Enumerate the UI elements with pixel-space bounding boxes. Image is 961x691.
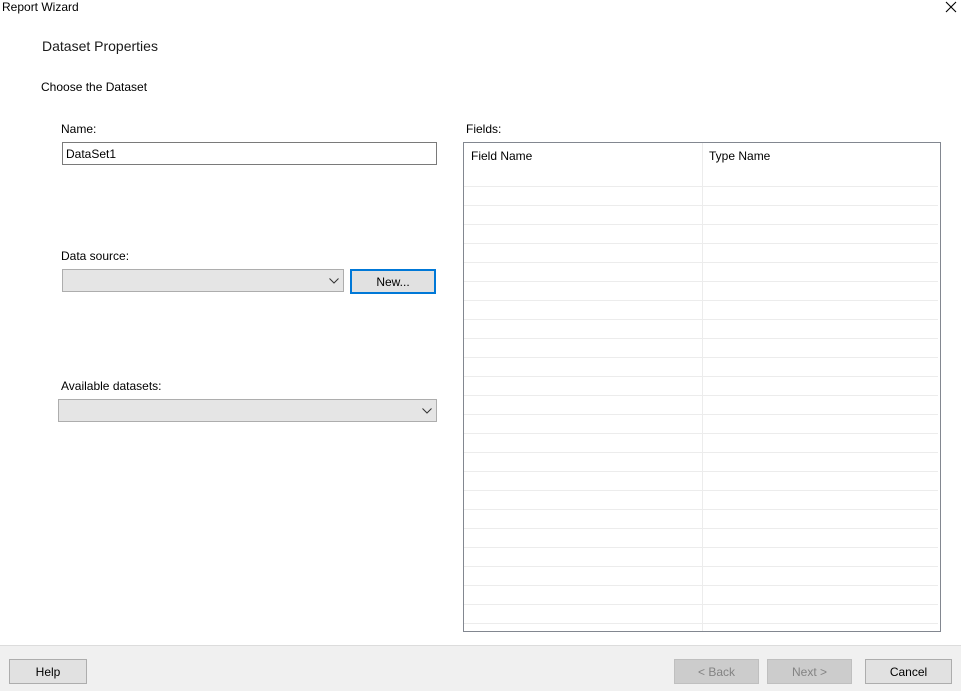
grid-row-line [464, 262, 938, 263]
grid-row-line [464, 357, 938, 358]
grid-row-line [464, 414, 938, 415]
fields-label: Fields: [466, 122, 502, 136]
page-subheading: Choose the Dataset [41, 80, 148, 94]
data-source-dropdown[interactable] [62, 269, 344, 292]
cancel-button[interactable]: Cancel [865, 659, 952, 684]
data-source-label: Data source: [61, 249, 130, 263]
grid-row-line [464, 528, 938, 529]
name-input[interactable] [62, 142, 437, 165]
grid-row-line [464, 452, 938, 453]
grid-row-line [464, 433, 938, 434]
grid-row-line [464, 395, 938, 396]
next-button[interactable]: Next > [767, 659, 852, 684]
grid-row-line [464, 281, 938, 282]
grid-row-line [464, 471, 938, 472]
new-data-source-button[interactable]: New... [350, 269, 436, 294]
column-separator [702, 143, 703, 631]
grid-row-line [464, 490, 938, 491]
grid-row-line [464, 623, 938, 624]
column-header-type-name[interactable]: Type Name [709, 149, 770, 163]
grid-row-line [464, 186, 938, 187]
available-datasets-label: Available datasets: [61, 379, 162, 393]
back-button[interactable]: < Back [674, 659, 759, 684]
chevron-down-icon [422, 407, 432, 414]
help-button[interactable]: Help [9, 659, 87, 684]
page-heading: Dataset Properties [42, 38, 158, 54]
available-datasets-dropdown[interactable] [58, 399, 437, 422]
grid-row-line [464, 205, 938, 206]
column-header-field-name[interactable]: Field Name [471, 149, 532, 163]
grid-row-line [464, 338, 938, 339]
window-title: Report Wizard [2, 0, 79, 14]
grid-row-line [464, 566, 938, 567]
grid-row-line [464, 604, 938, 605]
grid-row-line [464, 243, 938, 244]
grid-row-line [464, 319, 938, 320]
grid-row-line [464, 224, 938, 225]
grid-row-line [464, 547, 938, 548]
close-icon [945, 1, 957, 13]
grid-row-line [464, 509, 938, 510]
grid-row-line [464, 585, 938, 586]
name-label: Name: [61, 122, 97, 136]
fields-grid[interactable]: Field Name Type Name [463, 142, 941, 632]
grid-row-line [464, 376, 938, 377]
grid-row-line [464, 300, 938, 301]
close-button[interactable] [940, 0, 961, 16]
chevron-down-icon [329, 277, 339, 284]
